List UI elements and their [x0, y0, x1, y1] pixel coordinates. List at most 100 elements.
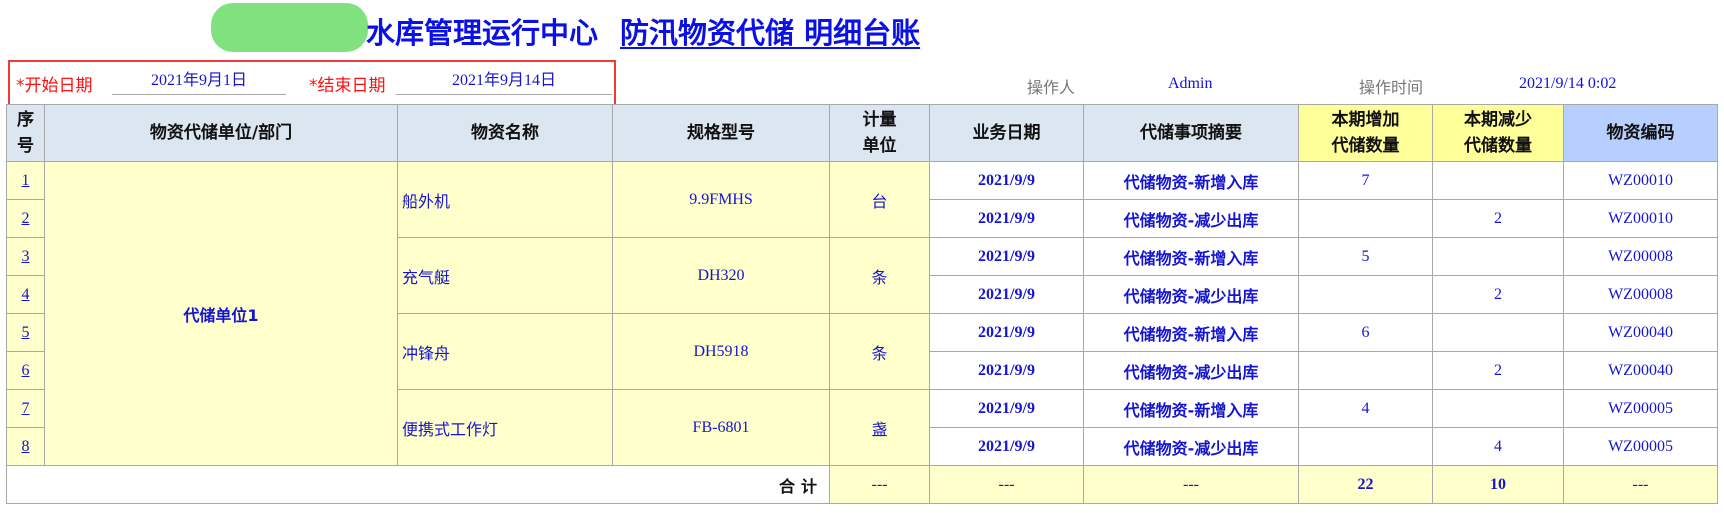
decrease-qty — [1432, 389, 1564, 428]
redacted-org-name — [211, 3, 368, 52]
business-date: 2021/9/9 — [929, 275, 1084, 314]
total-increase: 22 — [1298, 465, 1433, 504]
row-seq: 6 — [6, 351, 45, 390]
increase-qty — [1298, 275, 1433, 314]
business-date: 2021/9/9 — [929, 351, 1084, 390]
row-seq: 5 — [6, 313, 45, 352]
total-summary: --- — [1083, 465, 1299, 504]
end-date-label: *结束日期 — [309, 76, 386, 96]
operator-label: 操作人 — [1027, 78, 1076, 97]
col-header-spec: 规格型号 — [612, 104, 830, 162]
material-spec: 9.9FMHS — [612, 161, 830, 238]
row-seq-link[interactable]: 6 — [22, 362, 30, 379]
measure-unit: 台 — [829, 161, 930, 238]
increase-qty — [1298, 351, 1433, 390]
material-code: WZ00040 — [1563, 313, 1718, 352]
measure-unit: 条 — [829, 237, 930, 314]
row-seq: 1 — [6, 161, 45, 200]
table-header-row: 序号 物资代储单位/部门 物资名称 规格型号 计量单位 业务日期 代储事项摘要 … — [6, 104, 1718, 162]
material-code: WZ00005 — [1563, 427, 1718, 466]
summary: 代储物资-减少出库 — [1083, 351, 1299, 390]
col-header-name: 物资名称 — [397, 104, 613, 162]
operation-time-label: 操作时间 — [1359, 78, 1424, 97]
col-header-measure: 计量单位 — [829, 104, 930, 162]
col-header-seq: 序号 — [6, 104, 45, 162]
col-header-increase: 本期增加代储数量 — [1298, 104, 1433, 162]
col-header-summary: 代储事项摘要 — [1083, 104, 1299, 162]
business-date: 2021/9/9 — [929, 427, 1084, 466]
increase-qty: 4 — [1298, 389, 1433, 428]
material-code: WZ00010 — [1563, 161, 1718, 200]
report-title-link[interactable]: 防汛物资代储 明细台账 — [620, 10, 920, 52]
material-spec: DH5918 — [612, 313, 830, 390]
business-date: 2021/9/9 — [929, 389, 1084, 428]
operation-time-value: 2021/9/14 0:02 — [1519, 75, 1617, 92]
start-date-label: *开始日期 — [16, 76, 93, 96]
row-seq: 3 — [6, 237, 45, 276]
summary: 代储物资-新增入库 — [1083, 237, 1299, 276]
summary: 代储物资-减少出库 — [1083, 275, 1299, 314]
summary: 代储物资-减少出库 — [1083, 427, 1299, 466]
summary: 代储物资-减少出库 — [1083, 199, 1299, 238]
summary: 代储物资-新增入库 — [1083, 389, 1299, 428]
col-header-date: 业务日期 — [929, 104, 1084, 162]
business-date: 2021/9/9 — [929, 161, 1084, 200]
total-decrease: 10 — [1432, 465, 1564, 504]
material-code: WZ00010 — [1563, 199, 1718, 238]
total-measure: --- — [829, 465, 930, 504]
material-spec: FB-6801 — [612, 389, 830, 466]
decrease-qty: 2 — [1432, 275, 1564, 314]
row-seq-link[interactable]: 2 — [22, 210, 30, 227]
material-name: 冲锋舟 — [397, 313, 613, 390]
row-seq: 2 — [6, 199, 45, 238]
col-header-decrease: 本期减少代储数量 — [1432, 104, 1564, 162]
end-date-field[interactable]: 2021年9月14日 — [396, 70, 612, 95]
total-code: --- — [1563, 465, 1718, 504]
total-label: 合计 — [6, 465, 830, 504]
row-seq: 4 — [6, 275, 45, 314]
material-name: 船外机 — [397, 161, 613, 238]
increase-qty: 6 — [1298, 313, 1433, 352]
material-code: WZ00008 — [1563, 275, 1718, 314]
decrease-qty: 2 — [1432, 199, 1564, 238]
increase-qty: 5 — [1298, 237, 1433, 276]
start-date-field[interactable]: 2021年9月1日 — [112, 70, 286, 95]
summary: 代储物资-新增入库 — [1083, 161, 1299, 200]
row-seq-link[interactable]: 4 — [22, 286, 30, 303]
material-name: 便携式工作灯 — [397, 389, 613, 466]
row-seq-link[interactable]: 3 — [22, 248, 30, 265]
page-title: 水库管理运行中心 — [366, 16, 599, 50]
storage-unit-cell: 代储单位1 — [44, 161, 398, 466]
ledger-table: 序号 物资代储单位/部门 物资名称 规格型号 计量单位 业务日期 代储事项摘要 … — [6, 104, 1718, 504]
material-name: 充气艇 — [397, 237, 613, 314]
total-date: --- — [929, 465, 1084, 504]
row-seq: 7 — [6, 389, 45, 428]
decrease-qty — [1432, 313, 1564, 352]
decrease-qty: 4 — [1432, 427, 1564, 466]
decrease-qty — [1432, 161, 1564, 200]
row-seq-link[interactable]: 8 — [22, 438, 30, 455]
operator-value: Admin — [1168, 75, 1213, 92]
business-date: 2021/9/9 — [929, 199, 1084, 238]
decrease-qty: 2 — [1432, 351, 1564, 390]
increase-qty — [1298, 199, 1433, 238]
material-spec: DH320 — [612, 237, 830, 314]
measure-unit: 盏 — [829, 389, 930, 466]
decrease-qty — [1432, 237, 1564, 276]
col-header-code: 物资编码 — [1563, 104, 1718, 162]
row-seq-link[interactable]: 1 — [22, 172, 30, 189]
business-date: 2021/9/9 — [929, 313, 1084, 352]
summary: 代储物资-新增入库 — [1083, 313, 1299, 352]
measure-unit: 条 — [829, 313, 930, 390]
increase-qty — [1298, 427, 1433, 466]
row-seq: 8 — [6, 427, 45, 466]
col-header-unit: 物资代储单位/部门 — [44, 104, 398, 162]
material-code: WZ00005 — [1563, 389, 1718, 428]
business-date: 2021/9/9 — [929, 237, 1084, 276]
material-code: WZ00008 — [1563, 237, 1718, 276]
row-seq-link[interactable]: 5 — [22, 324, 30, 341]
table-row: 1 代储单位1 船外机 9.9FMHS 台 2021/9/9 代储物资-新增入库 7 WZ000… — [6, 161, 1718, 466]
total-row: 合计 --- --- --- 22 10 --- — [6, 465, 1718, 504]
material-code: WZ00040 — [1563, 351, 1718, 390]
row-seq-link[interactable]: 7 — [22, 400, 30, 417]
